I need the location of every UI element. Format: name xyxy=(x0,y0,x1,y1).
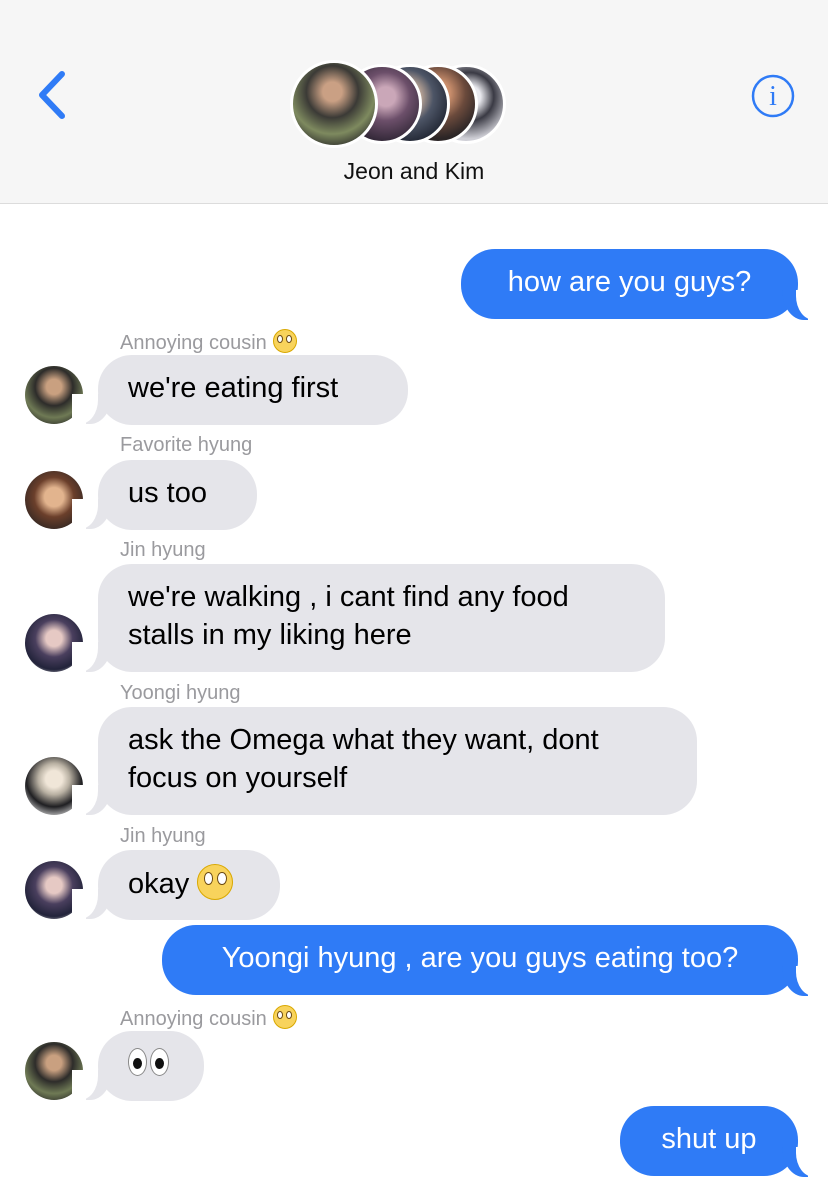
eye-roll-emoji-icon xyxy=(272,1005,297,1029)
sender-name: Annoying cousin xyxy=(120,329,297,355)
message-text-line: we're walking , i cant find any food xyxy=(128,581,569,613)
message-text-line: focus on yourself xyxy=(128,762,348,794)
message-text: okay xyxy=(128,868,190,900)
sender-name: Favorite hyung xyxy=(120,434,253,456)
incoming-message-bubble[interactable]: ask the Omega what they want, dont focus… xyxy=(98,707,697,815)
message-text: how are you guys? xyxy=(507,266,752,298)
outgoing-message-bubble[interactable]: shut up xyxy=(620,1106,798,1176)
bubble-tail xyxy=(782,966,822,996)
group-avatar-stack[interactable] xyxy=(290,60,510,148)
message-text-line: ask the Omega what they want, dont xyxy=(128,724,599,756)
message-text: shut up xyxy=(661,1123,757,1155)
sender-name: Yoongi hyung xyxy=(120,682,241,704)
message-text: we're eating first xyxy=(128,372,339,404)
sender-name: Jin hyung xyxy=(120,825,206,847)
bubble-tail xyxy=(782,1147,822,1177)
eye-roll-emoji-icon xyxy=(197,864,234,900)
incoming-message-bubble[interactable] xyxy=(98,1031,204,1101)
outgoing-message-bubble[interactable]: how are you guys? xyxy=(461,249,798,319)
message-text: us too xyxy=(128,477,207,509)
eye-roll-emoji-icon xyxy=(272,329,297,353)
message-text: Yoongi hyung , are you guys eating too? xyxy=(221,942,739,974)
group-avatar xyxy=(290,60,378,148)
outgoing-message-bubble[interactable]: Yoongi hyung , are you guys eating too? xyxy=(162,925,798,995)
conversation-header: Jeon and Kim i xyxy=(0,0,828,204)
group-title[interactable]: Jeon and Kim xyxy=(0,158,828,185)
info-circle-icon[interactable]: i xyxy=(750,73,796,119)
incoming-message-bubble[interactable]: we're eating first xyxy=(98,355,408,425)
message-text-line: stalls in my liking here xyxy=(128,619,412,651)
svg-text:i: i xyxy=(769,81,777,112)
incoming-message-bubble[interactable]: us too xyxy=(98,460,257,530)
incoming-message-bubble[interactable]: we're walking , i cant find any food sta… xyxy=(98,564,665,672)
chevron-left-icon[interactable] xyxy=(30,68,80,122)
sender-name: Annoying cousin xyxy=(120,1005,297,1031)
incoming-message-bubble[interactable]: okay xyxy=(98,850,280,920)
bubble-tail xyxy=(782,290,822,320)
eyes-emoji-icon xyxy=(128,1048,172,1078)
sender-name: Jin hyung xyxy=(120,539,206,561)
